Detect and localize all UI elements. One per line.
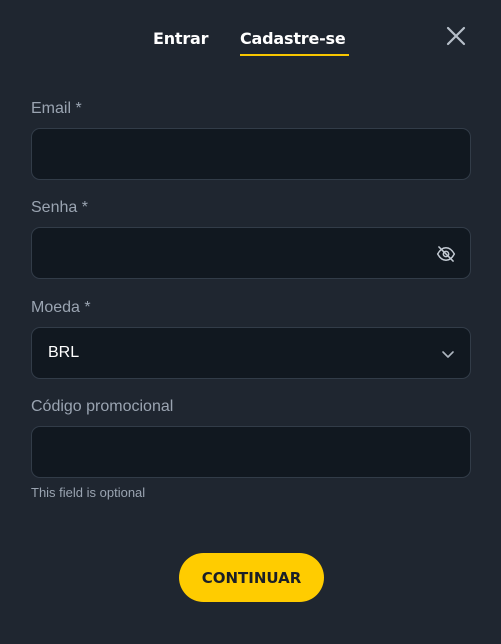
auth-tabs: Entrar Cadastre-se: [0, 0, 501, 60]
password-input[interactable]: [32, 228, 470, 278]
tab-signup[interactable]: Cadastre-se: [240, 29, 346, 48]
tab-login[interactable]: Entrar: [153, 29, 209, 48]
currency-select[interactable]: BRL: [31, 327, 471, 379]
chevron-down-icon: [440, 346, 456, 362]
currency-label: Moeda *: [31, 299, 91, 316]
promo-field[interactable]: [31, 426, 471, 478]
continue-button[interactable]: CONTINUAR: [179, 553, 324, 602]
password-label: Senha *: [31, 199, 88, 216]
signup-modal: Entrar Cadastre-se Email * Senha * Moeda…: [0, 0, 501, 644]
currency-selected-value: BRL: [48, 344, 80, 361]
email-field[interactable]: [31, 128, 471, 180]
email-input[interactable]: [32, 129, 470, 179]
promo-hint: This field is optional: [31, 485, 146, 500]
promo-label: Código promocional: [31, 398, 174, 415]
close-icon[interactable]: [444, 24, 468, 48]
active-tab-indicator: [240, 54, 349, 56]
promo-input[interactable]: [32, 427, 470, 477]
password-field[interactable]: [31, 227, 471, 279]
eye-off-icon[interactable]: [436, 244, 456, 264]
email-label: Email *: [31, 100, 82, 117]
